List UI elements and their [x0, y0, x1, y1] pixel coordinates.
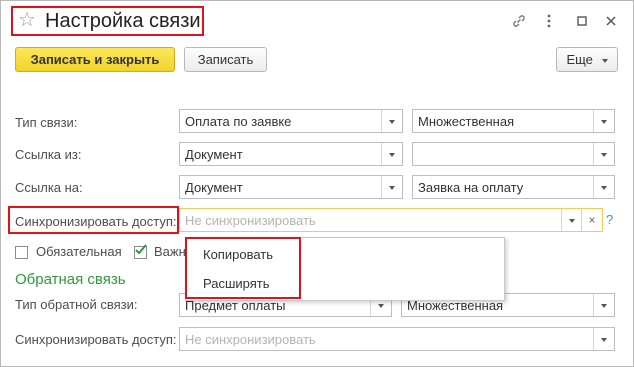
link-from-label: Ссылка из: [15, 147, 82, 162]
sync-access-placeholder: Не синхронизировать [185, 213, 316, 228]
link-multiplicity-select[interactable]: Множественная [412, 109, 615, 133]
sync-label-highlight [8, 206, 179, 234]
check-icon [135, 244, 147, 255]
save-button[interactable]: Записать [184, 47, 267, 72]
help-icon[interactable]: ? [606, 212, 613, 227]
title-highlight [11, 6, 204, 36]
required-checkbox[interactable] [15, 246, 28, 259]
link-from-value: Документ [185, 147, 243, 162]
reverse-type-label: Тип обратной связи: [15, 297, 138, 312]
maximize-icon[interactable] [574, 13, 590, 29]
important-label: Важн [154, 244, 186, 259]
link-to-doc-select[interactable]: Заявка на оплату [412, 175, 615, 199]
section-title: Обратная связь [15, 271, 126, 288]
reverse-sync-label: Синхронизировать доступ: [15, 332, 177, 347]
chevron-down-icon[interactable] [381, 176, 402, 198]
chevron-down-icon [601, 58, 608, 63]
close-icon[interactable] [603, 13, 619, 29]
link-from-doc-select[interactable] [412, 142, 615, 166]
link-type-value: Оплата по заявке [185, 114, 292, 129]
chevron-down-icon[interactable] [593, 176, 614, 198]
link-to-value: Документ [185, 180, 243, 195]
link-type-select[interactable]: Оплата по заявке [179, 109, 403, 133]
required-label: Обязательная [36, 244, 122, 259]
link-to-doc-value: Заявка на оплату [418, 180, 524, 195]
chevron-down-icon[interactable] [561, 209, 582, 231]
title-bar: ☆ Настройка связи [1, 1, 633, 41]
important-checkbox[interactable] [134, 244, 147, 259]
chevron-down-icon[interactable] [593, 143, 614, 165]
settings-window: ☆ Настройка связи Записать и закрыть Зап… [0, 0, 634, 367]
more-menu-icon[interactable] [541, 13, 557, 29]
clear-icon[interactable]: × [581, 209, 602, 231]
link-to-select[interactable]: Документ [179, 175, 403, 199]
more-label: Еще [566, 52, 593, 67]
more-button[interactable]: Еще [556, 47, 618, 72]
save-and-close-button[interactable]: Записать и закрыть [15, 47, 175, 72]
link-from-select[interactable]: Документ [179, 142, 403, 166]
chevron-down-icon[interactable] [381, 143, 402, 165]
link-to-label: Ссылка на: [15, 180, 83, 195]
options-highlight [185, 237, 301, 299]
reverse-sync-placeholder: Не синхронизировать [185, 332, 316, 347]
reverse-sync-select[interactable]: Не синхронизировать [179, 327, 615, 351]
link-icon[interactable] [511, 13, 527, 29]
chevron-down-icon[interactable] [593, 294, 614, 316]
sync-access-select[interactable]: Не синхронизировать × [179, 208, 603, 232]
chevron-down-icon[interactable] [593, 110, 614, 132]
chevron-down-icon[interactable] [593, 328, 614, 350]
chevron-down-icon[interactable] [381, 110, 402, 132]
link-multiplicity-value: Множественная [418, 114, 515, 129]
link-type-label: Тип связи: [15, 115, 78, 130]
